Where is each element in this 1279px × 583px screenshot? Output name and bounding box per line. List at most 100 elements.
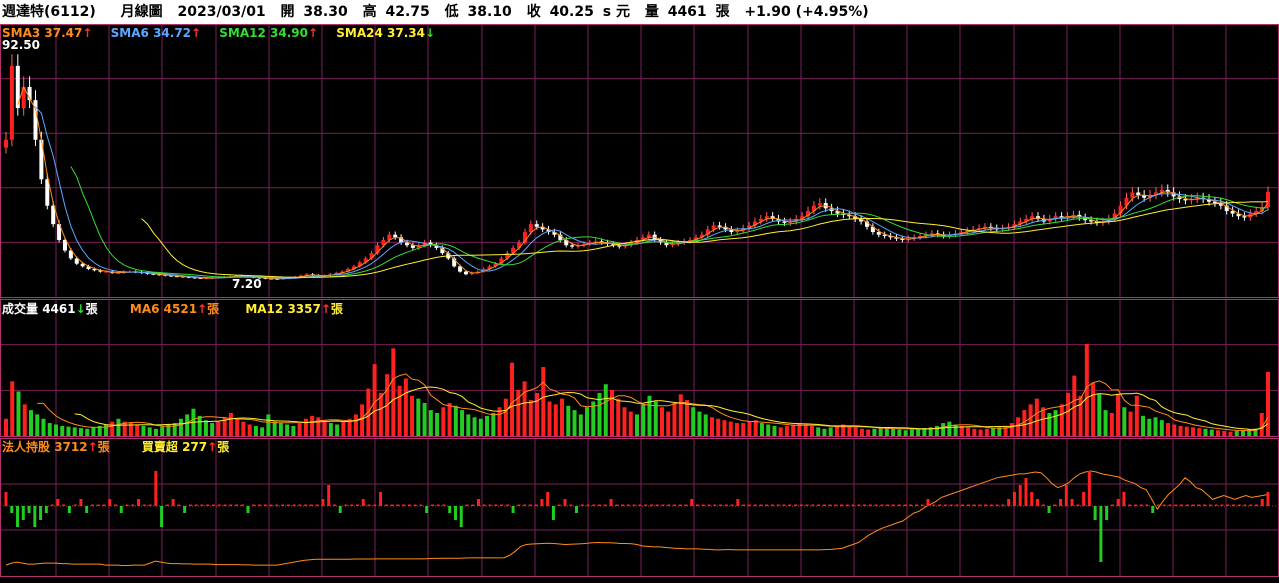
volume-bar bbox=[984, 428, 989, 436]
net-bar bbox=[407, 504, 411, 506]
net-bar bbox=[615, 504, 619, 506]
net-bar bbox=[799, 504, 803, 506]
volume-bar bbox=[403, 378, 408, 436]
ma12-unit: 張 bbox=[330, 302, 343, 316]
net-bar bbox=[1122, 492, 1126, 506]
net-bar bbox=[759, 504, 763, 506]
net-bar bbox=[793, 504, 797, 506]
net-bar bbox=[920, 504, 924, 506]
volume-bar bbox=[147, 427, 152, 436]
volume-bar bbox=[859, 428, 864, 436]
net-bar bbox=[252, 504, 256, 506]
net-bar bbox=[851, 504, 855, 506]
candle-body bbox=[1130, 192, 1135, 198]
net-bar bbox=[177, 504, 181, 506]
volume-bar bbox=[585, 407, 590, 436]
net-bar bbox=[788, 504, 792, 506]
vol-ma6-line bbox=[37, 373, 1269, 432]
chart-header: 週達特(6112) 月線圖 2023/03/01 開 38.30 高 42.75… bbox=[0, 0, 1279, 24]
net-bar bbox=[598, 504, 602, 506]
net-bar bbox=[713, 504, 717, 506]
volume-bar bbox=[228, 413, 233, 436]
net-bar bbox=[1180, 504, 1184, 506]
net-bar bbox=[1266, 492, 1270, 506]
volume-bar bbox=[178, 418, 183, 436]
volume-bar bbox=[235, 418, 240, 436]
net-bar bbox=[1047, 506, 1051, 513]
volume-bar bbox=[953, 424, 958, 436]
volume-bar bbox=[1141, 415, 1146, 436]
volume-bar bbox=[753, 420, 758, 436]
net-bar bbox=[909, 504, 913, 506]
net-bar bbox=[1220, 504, 1224, 506]
net-bar bbox=[655, 504, 659, 506]
net-bar bbox=[719, 504, 723, 506]
net-bar bbox=[50, 504, 54, 506]
net-bar bbox=[413, 504, 417, 506]
volume-bar bbox=[784, 425, 789, 436]
net-unit: 張 bbox=[217, 440, 230, 454]
net-bar bbox=[868, 504, 872, 506]
net-bar bbox=[85, 506, 89, 513]
net-bar bbox=[707, 504, 711, 506]
volume-bar bbox=[291, 425, 296, 436]
volume-bar bbox=[447, 402, 452, 436]
volume-bar bbox=[272, 421, 277, 436]
net-bar bbox=[822, 504, 826, 506]
net-bar bbox=[1162, 504, 1166, 506]
net-bar bbox=[805, 504, 809, 506]
price-max-label: 92.50 bbox=[2, 38, 40, 52]
ma12-value: 3357 bbox=[287, 302, 321, 316]
net-bar bbox=[776, 504, 780, 506]
volume-bar bbox=[416, 398, 421, 436]
sma12-value: 34.90 bbox=[270, 26, 309, 40]
volume-bar bbox=[91, 427, 96, 436]
sma6-arrow: ↑ bbox=[191, 26, 202, 40]
volume-bar bbox=[541, 367, 546, 436]
net-bar bbox=[626, 504, 630, 506]
net-bar bbox=[1145, 504, 1149, 506]
volume-bar bbox=[10, 381, 15, 436]
volume-bar bbox=[60, 425, 65, 436]
low-label: 低 bbox=[444, 4, 459, 20]
net-bar bbox=[309, 504, 313, 506]
volume-bar bbox=[572, 410, 577, 436]
volume-bar bbox=[853, 427, 858, 436]
volume-bar bbox=[991, 428, 996, 436]
net-bar bbox=[747, 504, 751, 506]
net-bar bbox=[1064, 485, 1068, 506]
volume-bar bbox=[672, 402, 677, 436]
net-bar bbox=[995, 504, 999, 506]
volume-bar bbox=[135, 424, 140, 436]
net-bar bbox=[1110, 504, 1114, 506]
volume-bar bbox=[241, 421, 246, 436]
volume-bar bbox=[641, 404, 646, 436]
net-bar bbox=[1174, 504, 1178, 506]
volume-bar bbox=[185, 414, 190, 436]
volume-bar bbox=[285, 424, 290, 436]
volume-bar bbox=[491, 413, 496, 436]
volume-bar bbox=[616, 398, 621, 436]
net-bar bbox=[891, 504, 895, 506]
net-bar bbox=[1260, 499, 1264, 506]
volume-bar bbox=[260, 427, 265, 436]
net-bar bbox=[574, 506, 578, 513]
volume-bar bbox=[172, 423, 177, 436]
volume-bar bbox=[734, 423, 739, 436]
sma12-label: SMA12 bbox=[219, 26, 266, 40]
high-label: 高 bbox=[362, 4, 377, 20]
volume-bar bbox=[197, 415, 202, 436]
net-bar bbox=[482, 504, 486, 506]
net-bar bbox=[523, 504, 527, 506]
net-bar bbox=[678, 504, 682, 506]
holding-label: 法人持股 bbox=[2, 440, 51, 454]
net-bar bbox=[632, 504, 636, 506]
volume-bar bbox=[47, 423, 52, 436]
net-bar bbox=[217, 504, 221, 506]
net-bar bbox=[453, 506, 457, 520]
candle-body bbox=[570, 245, 575, 247]
net-bar bbox=[137, 499, 141, 506]
net-bar bbox=[90, 504, 94, 506]
volume-bar bbox=[335, 424, 340, 436]
volume-bar bbox=[1222, 430, 1227, 436]
